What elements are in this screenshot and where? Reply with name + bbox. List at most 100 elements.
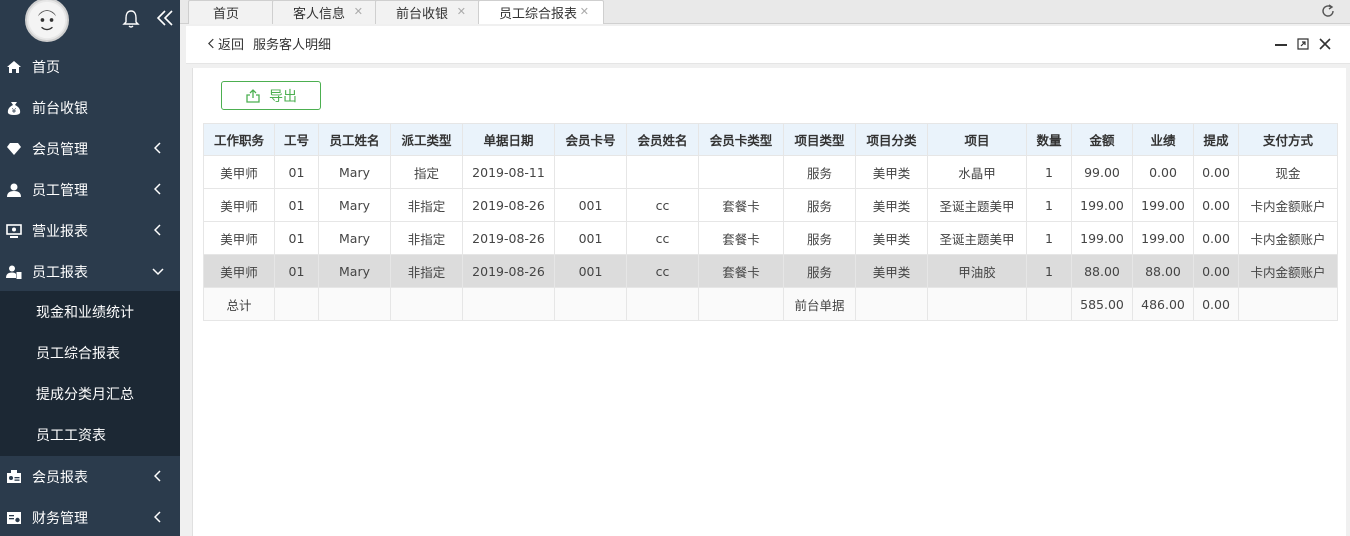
table-cell: 圣诞主题美甲 xyxy=(927,188,1027,222)
table-cell xyxy=(626,155,699,189)
main-panel: 导出 工作职务 工号 员工姓名 派工类型 单据日期 会员卡号 会员姓名 会员卡类型 项目类型 项目… xyxy=(192,68,1346,536)
svg-text:¥: ¥ xyxy=(12,107,17,115)
table-cell: 美甲师 xyxy=(203,221,275,255)
minimize-icon[interactable] xyxy=(1274,37,1288,51)
sidebar-item-finance[interactable]: 财务管理 xyxy=(0,497,180,536)
tab-cashier[interactable]: 前台收银 ✕ xyxy=(375,0,481,24)
table-cell: 199.00 xyxy=(1132,221,1194,255)
table-row[interactable]: 美甲师 01 Mary 非指定 2019-08-26 001 cc 套餐卡 服务 美甲类 圣诞主题美… xyxy=(203,221,1338,255)
chevron-left-icon xyxy=(154,470,161,482)
table-cell: 套餐卡 xyxy=(698,221,784,255)
total-cell xyxy=(554,287,627,321)
tab-staff-summary[interactable]: 员工综合报表 ✕ xyxy=(478,0,604,24)
table-cell: 0.00 xyxy=(1132,155,1194,189)
submenu-item-commission-monthly[interactable]: 提成分类月汇总 xyxy=(36,373,134,414)
table-cell: 01 xyxy=(274,254,319,288)
column-header: 项目类型 xyxy=(783,123,856,156)
table-cell: 0.00 xyxy=(1193,155,1239,189)
tab-home[interactable]: 首页 xyxy=(188,0,274,24)
sidebar-item-member-management[interactable]: 会员管理 xyxy=(0,128,180,169)
total-cell xyxy=(390,287,463,321)
table-cell: cc xyxy=(626,221,699,255)
table-header-row: 工作职务 工号 员工姓名 派工类型 单据日期 会员卡号 会员姓名 会员卡类型 项目类型 项目分类项… xyxy=(203,123,1338,156)
table-cell: cc xyxy=(626,188,699,222)
monitor-icon xyxy=(6,223,22,238)
table-cell: 美甲师 xyxy=(203,188,275,222)
submenu-item-staff-summary[interactable]: 员工综合报表 xyxy=(36,332,120,373)
finance-icon xyxy=(7,511,21,524)
tab-label: 首页 xyxy=(213,7,240,22)
user-icon xyxy=(7,183,21,197)
maximize-icon[interactable] xyxy=(1296,37,1310,51)
table-cell: 美甲类 xyxy=(855,155,928,189)
table-cell: 美甲类 xyxy=(855,254,928,288)
close-icon[interactable]: ✕ xyxy=(580,5,589,18)
table-cell: 0.00 xyxy=(1193,254,1239,288)
sidebar: 首页 ¥ 前台收银 会员管理 员工管理 营业报表 员工报表 现金和业绩统计 员工… xyxy=(0,0,180,536)
submenu-item-label: 员工综合报表 xyxy=(36,345,120,362)
table-row[interactable]: 美甲师 01 Mary 非指定 2019-08-26 001 cc 套餐卡 服务 美甲类 甲油胶 1 8… xyxy=(203,254,1338,288)
table-cell xyxy=(554,155,627,189)
table-cell: 2019-08-11 xyxy=(462,155,555,189)
table-cell: 2019-08-26 xyxy=(462,188,555,222)
tab-label: 前台收银 xyxy=(396,7,449,22)
sidebar-item-member-report[interactable]: 会员报表 xyxy=(0,456,180,497)
money-bag-icon: ¥ xyxy=(7,101,21,115)
table-cell: 卡内金额账户 xyxy=(1238,254,1338,288)
table-cell: 套餐卡 xyxy=(698,254,784,288)
total-cell: 585.00 xyxy=(1071,287,1133,321)
table-cell: 88.00 xyxy=(1132,254,1194,288)
avatar[interactable] xyxy=(25,0,69,42)
column-header: 工号 xyxy=(274,123,319,156)
sidebar-item-cashier[interactable]: ¥ 前台收银 xyxy=(0,87,180,128)
column-header: 项目 xyxy=(927,123,1027,156)
bell-icon[interactable] xyxy=(122,9,140,29)
table-cell: cc xyxy=(626,254,699,288)
back-label: 返回 xyxy=(218,38,245,53)
chevron-left-icon xyxy=(154,224,161,236)
tab-guest-info[interactable]: 客人信息 ✕ xyxy=(272,0,378,24)
table-cell: 美甲师 xyxy=(203,155,275,189)
tab-label: 客人信息 xyxy=(293,7,346,22)
sidebar-item-staff-report[interactable]: 员工报表 xyxy=(0,251,180,292)
close-icon[interactable]: ✕ xyxy=(354,5,363,18)
column-header: 员工姓名 xyxy=(318,123,391,156)
sidebar-item-business-report[interactable]: 营业报表 xyxy=(0,210,180,251)
close-icon[interactable] xyxy=(1318,37,1332,51)
column-header: 金额 xyxy=(1071,123,1133,156)
total-cell xyxy=(1026,287,1072,321)
table-total-row: 总计 前台单据 585.00 486.00 0.00 xyxy=(203,287,1338,321)
service-detail-table: 工作职务 工号 员工姓名 派工类型 单据日期 会员卡号 会员姓名 会员卡类型 项目类型 项目分类项… xyxy=(203,123,1338,321)
back-button[interactable]: 返回 xyxy=(208,34,244,53)
table-cell: Mary xyxy=(318,221,391,255)
submenu-staff-report: 现金和业绩统计 员工综合报表 提成分类月汇总 员工工资表 xyxy=(0,291,180,456)
submenu-item-payroll[interactable]: 员工工资表 xyxy=(36,414,106,455)
sidebar-item-home[interactable]: 首页 xyxy=(0,46,180,87)
table-cell: 001 xyxy=(554,254,627,288)
table-cell: 0.00 xyxy=(1193,221,1239,255)
total-cell xyxy=(274,287,319,321)
sidebar-item-label: 会员管理 xyxy=(32,141,88,158)
table-row[interactable]: 美甲师 01 Mary 非指定 2019-08-26 001 cc 套餐卡 服务 美甲类 圣诞主题美… xyxy=(203,188,1338,222)
sidebar-item-label: 员工报表 xyxy=(32,264,88,281)
table-cell: 美甲类 xyxy=(855,188,928,222)
export-button[interactable]: 导出 xyxy=(221,81,321,110)
column-header: 会员卡号 xyxy=(554,123,627,156)
submenu-item-cash-performance[interactable]: 现金和业绩统计 xyxy=(36,291,134,332)
sidebar-item-label: 财务管理 xyxy=(32,510,88,527)
table-cell: 指定 xyxy=(390,155,463,189)
sidebar-item-label: 首页 xyxy=(32,59,60,76)
tab-bar: 首页 客人信息 ✕ 前台收银 ✕ 员工综合报表 ✕ xyxy=(180,0,1350,24)
page-title: 服务客人明细 xyxy=(253,38,332,53)
table-cell: 套餐卡 xyxy=(698,188,784,222)
table-row[interactable]: 美甲师 01 Mary 指定 2019-08-11 服务 美甲类 水晶甲 1 99.00 0.00 0… xyxy=(203,155,1338,189)
total-cell xyxy=(927,287,1027,321)
export-icon xyxy=(246,88,260,103)
collapse-sidebar-icon[interactable] xyxy=(155,8,175,28)
refresh-icon[interactable] xyxy=(1320,3,1336,19)
table-cell: 1 xyxy=(1026,254,1072,288)
sidebar-item-staff-management[interactable]: 员工管理 xyxy=(0,169,180,210)
table-cell: 01 xyxy=(274,188,319,222)
close-icon[interactable]: ✕ xyxy=(457,5,466,18)
home-icon xyxy=(7,60,21,73)
